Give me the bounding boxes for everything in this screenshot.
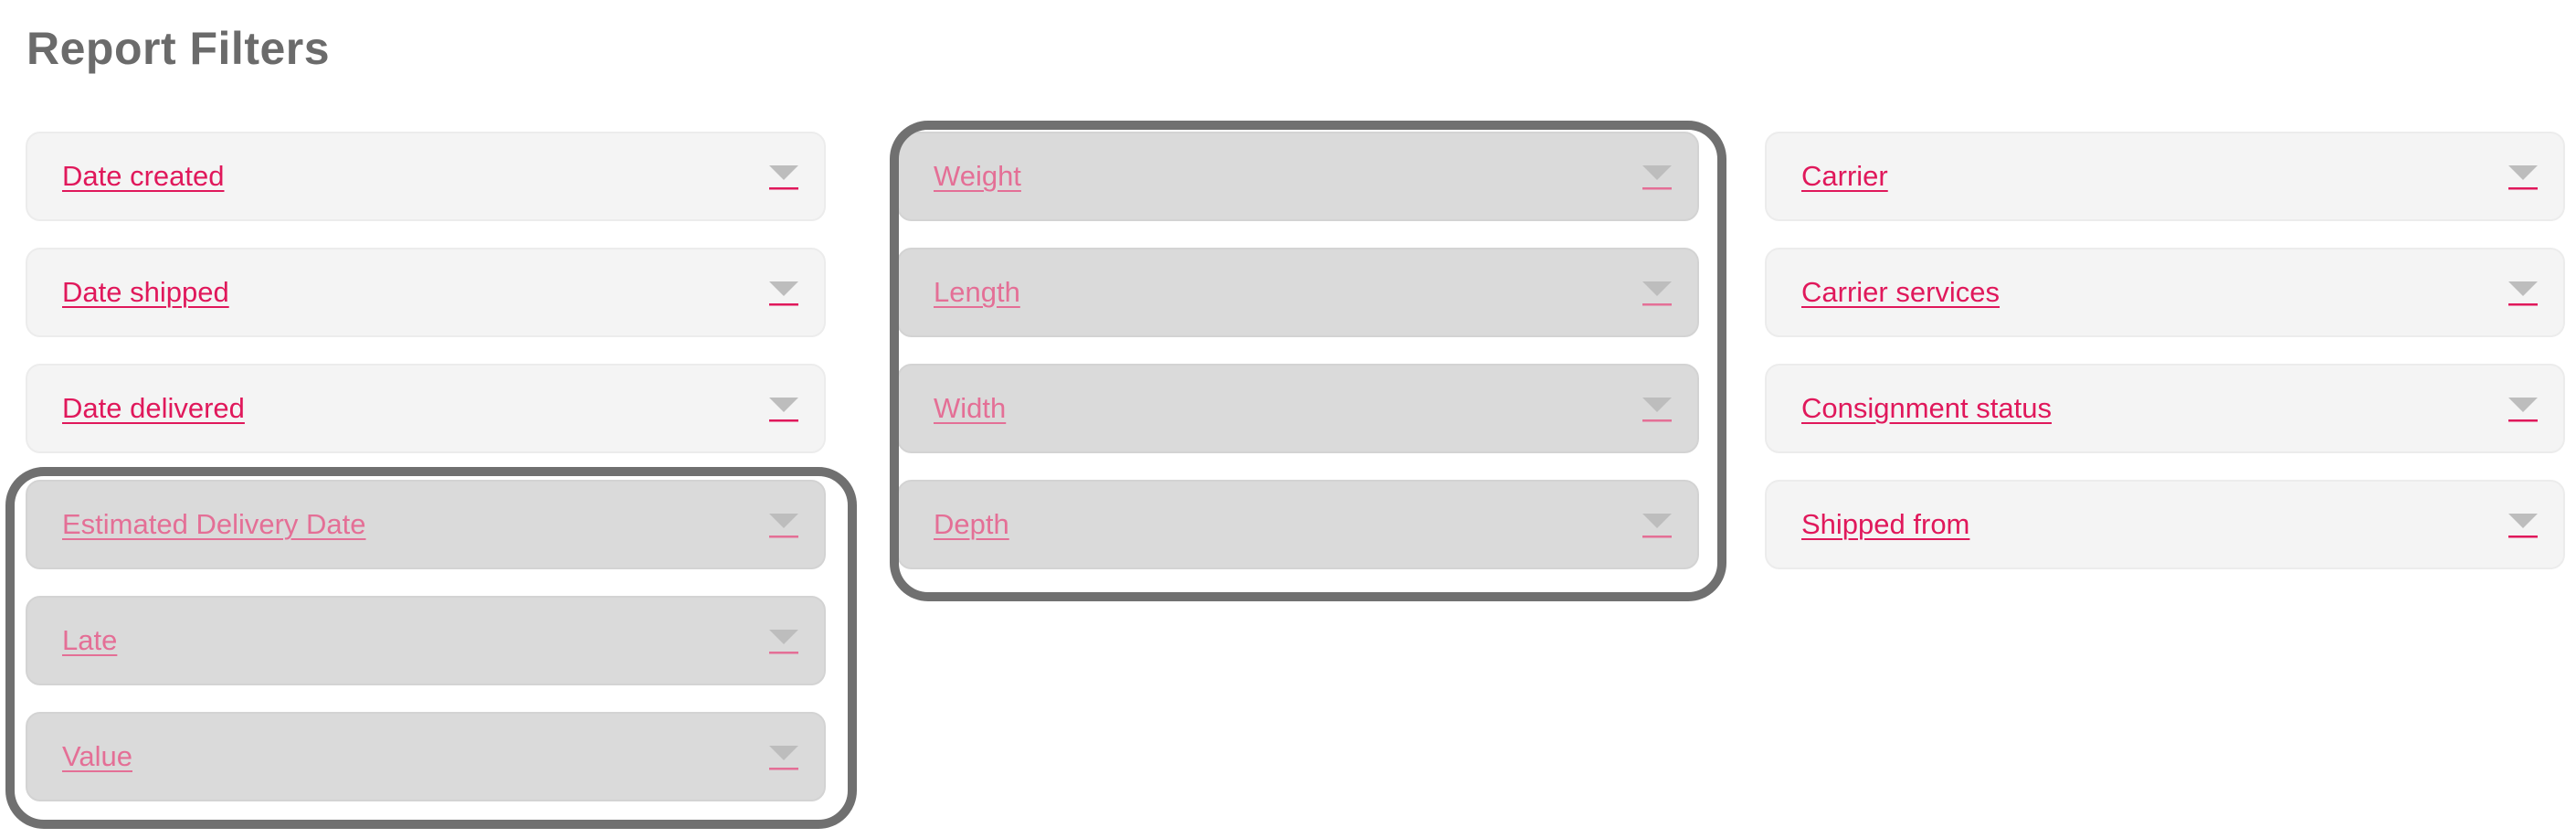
filter-label: Weight: [934, 160, 1021, 192]
caret-down-icon: [1641, 276, 1673, 309]
filter-depth[interactable]: Depth: [897, 480, 1699, 569]
filter-estimated-delivery-date[interactable]: Estimated Delivery Date: [26, 480, 826, 569]
caret-down-icon: [2507, 508, 2539, 541]
page-title: Report Filters: [26, 23, 331, 74]
filter-label: Value: [62, 740, 132, 772]
filter-width[interactable]: Width: [897, 364, 1699, 453]
filter-label: Shipped from: [1801, 508, 1970, 540]
filter-label: Length: [934, 276, 1020, 308]
filter-weight[interactable]: Weight: [897, 132, 1699, 221]
filter-date-delivered[interactable]: Date delivered: [26, 364, 826, 453]
filter-label: Consignment status: [1801, 392, 2052, 424]
filter-date-shipped[interactable]: Date shipped: [26, 248, 826, 337]
filter-consignment-status[interactable]: Consignment status: [1765, 364, 2565, 453]
caret-down-icon: [767, 740, 800, 773]
caret-down-icon: [2507, 160, 2539, 193]
caret-down-icon: [1641, 160, 1673, 193]
filter-label: Carrier services: [1801, 276, 2001, 308]
caret-down-icon: [767, 392, 800, 425]
filter-shipped-from[interactable]: Shipped from: [1765, 480, 2565, 569]
filter-label: Date delivered: [62, 392, 245, 424]
filter-label: Carrier: [1801, 160, 1888, 192]
caret-down-icon: [2507, 392, 2539, 425]
filter-carrier-services[interactable]: Carrier services: [1765, 248, 2565, 337]
caret-down-icon: [767, 508, 800, 541]
filter-carrier[interactable]: Carrier: [1765, 132, 2565, 221]
filter-label: Date shipped: [62, 276, 229, 308]
filter-label: Estimated Delivery Date: [62, 508, 366, 540]
caret-down-icon: [1641, 392, 1673, 425]
filter-label: Width: [934, 392, 1007, 424]
caret-down-icon: [2507, 276, 2539, 309]
filter-label: Date created: [62, 160, 225, 192]
caret-down-icon: [1641, 508, 1673, 541]
caret-down-icon: [767, 160, 800, 193]
filter-date-created[interactable]: Date created: [26, 132, 826, 221]
filter-label: Late: [62, 624, 118, 656]
filter-length[interactable]: Length: [897, 248, 1699, 337]
caret-down-icon: [767, 624, 800, 657]
filter-value[interactable]: Value: [26, 712, 826, 801]
filter-late[interactable]: Late: [26, 596, 826, 685]
filter-label: Depth: [934, 508, 1009, 540]
caret-down-icon: [767, 276, 800, 309]
